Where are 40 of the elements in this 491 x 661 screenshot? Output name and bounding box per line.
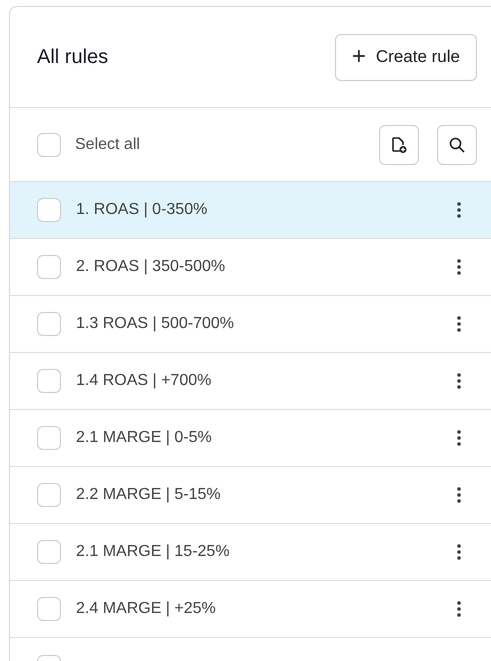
rule-name: 1.3 ROAS | 500-700% xyxy=(76,315,236,333)
create-rule-button[interactable]: + Create rule xyxy=(334,34,477,80)
rule-checkbox[interactable] xyxy=(37,255,61,279)
rule-row[interactable]: 2. ROAS | 350-500% xyxy=(10,239,491,296)
rule-name: 2. ROAS | 350-500% xyxy=(76,258,226,276)
file-plus-icon xyxy=(391,136,407,154)
rule-checkbox[interactable] xyxy=(37,426,61,450)
rule-row[interactable]: 2.1 MARGE | 0-5% xyxy=(10,410,491,467)
select-all-label: Select all xyxy=(75,136,141,154)
rule-name: 2.1 MARGE | 0-5% xyxy=(76,429,213,447)
more-options-icon[interactable] xyxy=(457,601,461,617)
rule-checkbox[interactable] xyxy=(37,369,61,393)
rule-name: 2.1 MARGE | 15-25% xyxy=(76,543,231,561)
rule-row[interactable]: 1.4 ROAS | +700% xyxy=(10,353,491,410)
more-options-icon[interactable] xyxy=(457,544,461,560)
rule-name: 1. ROAS | 0-350% xyxy=(76,201,208,219)
rule-checkbox[interactable] xyxy=(37,597,61,621)
rule-row[interactable]: 1. ROAS | 0-350% xyxy=(10,182,491,239)
rule-checkbox[interactable] xyxy=(37,312,61,336)
rule-row[interactable]: 2.4 MARGE | +25% xyxy=(10,581,491,638)
more-options-icon[interactable] xyxy=(457,487,461,503)
search-button[interactable] xyxy=(437,124,477,164)
rule-checkbox[interactable] xyxy=(37,483,61,507)
rule-name: 2.4 MARGE | +25% xyxy=(76,600,217,618)
rule-row[interactable]: 2.1 MARGE | 15-25% xyxy=(10,524,491,581)
more-options-icon[interactable] xyxy=(457,259,461,275)
rule-row[interactable]: 1.3 ROAS | 500-700% xyxy=(10,296,491,353)
search-icon xyxy=(449,136,465,152)
rule-checkbox[interactable] xyxy=(37,540,61,564)
more-options-icon[interactable] xyxy=(457,316,461,332)
panel-title: All rules xyxy=(37,46,108,68)
rule-name: 1.4 ROAS | +700% xyxy=(76,372,212,390)
more-options-icon[interactable] xyxy=(457,373,461,389)
more-options-icon[interactable] xyxy=(457,430,461,446)
rule-name: 2.2 MARGE | 5-15% xyxy=(76,486,222,504)
new-file-button[interactable] xyxy=(379,124,419,164)
select-all-checkbox[interactable] xyxy=(37,132,61,156)
rule-row[interactable]: 2.2 MARGE | 5-15% xyxy=(10,467,491,524)
rule-checkbox[interactable] xyxy=(37,198,61,222)
more-options-icon[interactable] xyxy=(457,202,461,218)
